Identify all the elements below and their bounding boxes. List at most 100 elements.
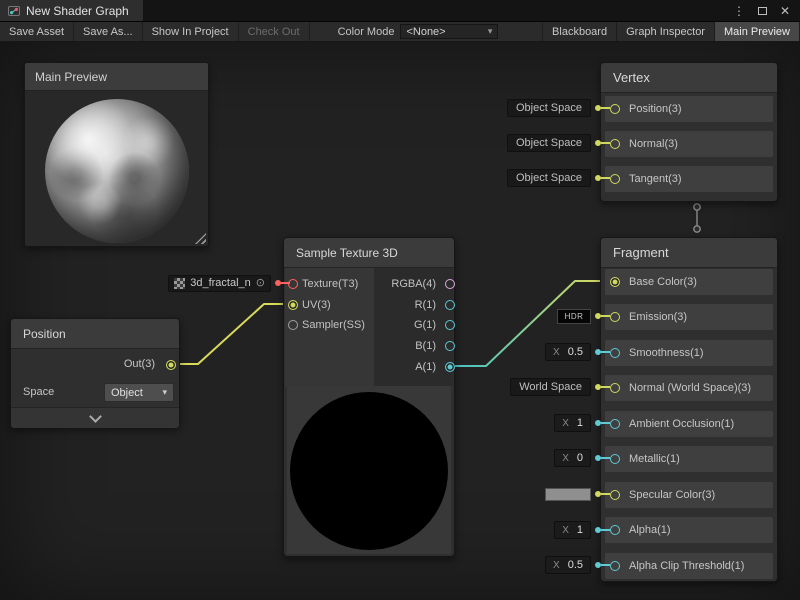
- fragment-row-base-color[interactable]: Base Color(3): [605, 269, 773, 295]
- alpha-input-port[interactable]: [610, 525, 620, 535]
- fragment-node[interactable]: Fragment Base Color(3) Emission(3) Smoot…: [600, 237, 778, 582]
- graph-toolbar: Save Asset Save As... Show In Project Ch…: [0, 22, 800, 42]
- alpha-value-control: X 1: [554, 521, 610, 539]
- emission-input-port[interactable]: [610, 312, 620, 322]
- blackboard-toggle-button[interactable]: Blackboard: [542, 22, 617, 41]
- main-preview-panel[interactable]: Main Preview: [24, 62, 209, 247]
- position-node[interactable]: Position Out(3) Space Object ▾: [10, 318, 180, 428]
- window-close-icon[interactable]: ✕: [780, 5, 790, 17]
- vertex-row-position[interactable]: Position(3): [605, 96, 773, 122]
- axis-label: X: [562, 525, 569, 536]
- resize-handle[interactable]: [195, 233, 206, 244]
- output-label: RGBA(4): [391, 277, 436, 291]
- document-tab[interactable]: New Shader Graph: [0, 0, 143, 21]
- row-label: Metallic(1): [629, 453, 680, 465]
- r-output-port[interactable]: [445, 300, 455, 310]
- texture-object-field[interactable]: 3d_fractal_n ⊙: [168, 275, 271, 292]
- space-dropdown[interactable]: Object Space: [507, 99, 591, 117]
- float-value[interactable]: 0: [577, 452, 583, 464]
- out-output-port[interactable]: [166, 360, 176, 370]
- base-color-input-port[interactable]: [610, 277, 620, 287]
- float-field[interactable]: X 1: [554, 521, 591, 539]
- tab-title: New Shader Graph: [26, 4, 129, 18]
- row-label: Smoothness(1): [629, 347, 704, 359]
- port-stub: [601, 107, 610, 109]
- fragment-row-smoothness[interactable]: Smoothness(1): [605, 340, 773, 366]
- vertex-node-title: Vertex: [601, 63, 777, 93]
- space-dropdown[interactable]: Object ▾: [104, 383, 174, 402]
- collapse-toggle[interactable]: [11, 407, 179, 428]
- fragment-row-metallic[interactable]: Metallic(1): [605, 446, 773, 472]
- float-field[interactable]: X 0: [554, 449, 591, 467]
- rgba-output-port[interactable]: [445, 279, 455, 289]
- save-as-button[interactable]: Save As...: [73, 22, 143, 41]
- preview-sphere[interactable]: [45, 99, 189, 243]
- space-dropdown[interactable]: World Space: [510, 378, 591, 396]
- fragment-row-alpha[interactable]: Alpha(1): [605, 517, 773, 543]
- specular-color-input-port[interactable]: [610, 490, 620, 500]
- g-output-port[interactable]: [445, 320, 455, 330]
- normal-space-control-fragment: World Space: [510, 378, 610, 396]
- graph-inspector-toggle-button[interactable]: Graph Inspector: [616, 22, 715, 41]
- specular-color-control: [545, 485, 610, 503]
- space-dropdown[interactable]: Object Space: [507, 134, 591, 152]
- b-output-port[interactable]: [445, 341, 455, 351]
- window-maximize-icon[interactable]: [758, 7, 767, 15]
- output-label: A(1): [415, 360, 436, 374]
- normal-input-port[interactable]: [610, 139, 620, 149]
- texture-preview-sphere: [290, 392, 448, 550]
- a-output-port[interactable]: [445, 362, 455, 372]
- save-asset-button[interactable]: Save Asset: [0, 22, 74, 41]
- sampler-input-port[interactable]: [288, 320, 298, 330]
- float-value[interactable]: 1: [577, 417, 583, 429]
- port-stub: [281, 282, 290, 284]
- input-label: Texture(T3): [302, 277, 358, 291]
- metallic-input-port[interactable]: [610, 454, 620, 464]
- color-swatch[interactable]: [545, 488, 591, 501]
- smoothness-input-port[interactable]: [610, 348, 620, 358]
- port-stub: [601, 564, 610, 566]
- fragment-row-normal-world[interactable]: Normal (World Space)(3): [605, 375, 773, 401]
- row-label: Normal (World Space)(3): [629, 382, 751, 394]
- vertex-row-tangent[interactable]: Tangent(3): [605, 166, 773, 192]
- port-stub: [601, 351, 610, 353]
- hdr-color-swatch[interactable]: HDR: [557, 309, 591, 324]
- position-input-port[interactable]: [610, 104, 620, 114]
- color-mode-dropdown[interactable]: <None> ▾: [400, 24, 498, 39]
- port-stub: [601, 142, 610, 144]
- fragment-node-title: Fragment: [601, 238, 777, 268]
- node-preview: [287, 386, 451, 554]
- sample-texture-node-title: Sample Texture 3D: [284, 238, 454, 268]
- fragment-row-alpha-clip[interactable]: Alpha Clip Threshold(1): [605, 553, 773, 579]
- alpha-clip-input-port[interactable]: [610, 561, 620, 571]
- uv-input-port[interactable]: [288, 300, 298, 310]
- row-label: Specular Color(3): [629, 489, 715, 501]
- port-stub: [601, 457, 610, 459]
- object-picker-icon[interactable]: ⊙: [256, 278, 265, 289]
- sample-texture-3d-node[interactable]: Sample Texture 3D Texture(T3) UV(3) Samp…: [283, 237, 455, 557]
- float-value[interactable]: 0.5: [568, 559, 583, 571]
- tangent-space-control: Object Space: [507, 169, 610, 187]
- fragment-row-specular-color[interactable]: Specular Color(3): [605, 482, 773, 508]
- float-field[interactable]: X 0.5: [545, 343, 591, 361]
- vertex-row-normal[interactable]: Normal(3): [605, 131, 773, 157]
- show-in-project-button[interactable]: Show In Project: [142, 22, 239, 41]
- space-dropdown[interactable]: Object Space: [507, 169, 591, 187]
- chevron-down-icon: ▾: [162, 387, 167, 398]
- main-preview-toggle-button[interactable]: Main Preview: [714, 22, 800, 41]
- color-mode-label: Color Mode: [338, 22, 395, 41]
- normal-world-input-port[interactable]: [610, 383, 620, 393]
- fragment-row-ambient-occlusion[interactable]: Ambient Occlusion(1): [605, 411, 773, 437]
- float-field[interactable]: X 0.5: [545, 556, 591, 574]
- float-value[interactable]: 0.5: [568, 346, 583, 358]
- texture-object-control: 3d_fractal_n ⊙: [168, 274, 290, 292]
- vertex-node[interactable]: Vertex Position(3) Normal(3) Tangent(3): [600, 62, 778, 202]
- tangent-input-port[interactable]: [610, 174, 620, 184]
- float-field[interactable]: X 1: [554, 414, 591, 432]
- output-label: B(1): [415, 339, 436, 353]
- window-menu-icon[interactable]: ⋮: [733, 5, 745, 17]
- fragment-row-emission[interactable]: Emission(3): [605, 304, 773, 330]
- output-label: Out(3): [124, 358, 155, 370]
- ambient-occlusion-input-port[interactable]: [610, 419, 620, 429]
- float-value[interactable]: 1: [577, 524, 583, 536]
